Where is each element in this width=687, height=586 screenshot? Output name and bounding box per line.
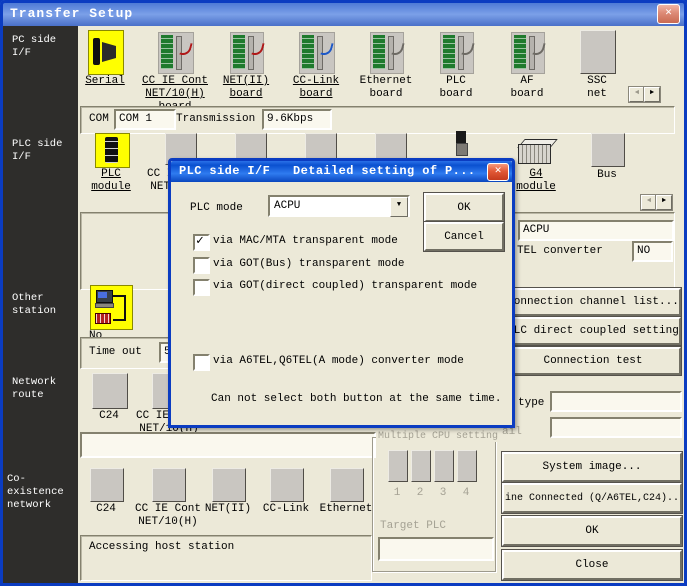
transmission-label: Transmission [176,113,255,125]
dialog-title: PLC side I/F Detailed setting of P... [179,164,475,178]
multiple-cpu-number-2: 2 [411,487,429,499]
window-close-button[interactable]: ✕ [657,4,680,24]
coexistence-net2-icon[interactable] [212,468,246,502]
sidebar-label-other-station: Other station [12,292,56,318]
com-label: COM [89,113,109,125]
check-icon: ✓ [196,233,204,248]
bus-label[interactable]: Bus [562,169,652,182]
connection-channel-list-button[interactable]: Connection channel list... [505,288,681,316]
pc-if-net2-board-icon[interactable] [230,32,264,74]
coexistence-ethernet-icon[interactable] [330,468,364,502]
pc-if-ethernet-board-icon[interactable] [370,32,404,74]
window-title: Transfer Setup [10,6,133,21]
pc-if-sscnet-icon[interactable] [580,30,616,74]
coexistence-c24-icon[interactable] [90,468,124,502]
other-station-no-icon[interactable] [90,285,133,330]
checkbox-a6tel[interactable] [193,354,210,371]
multiple-cpu-slot-2-icon [411,450,431,482]
dialog-ok-button[interactable]: OK [424,193,504,222]
ok-button[interactable]: OK [502,516,682,546]
pc-if-scroll-right-icon[interactable]: ► [644,87,660,102]
plc-if-small-module-icon[interactable] [453,130,470,156]
plc-if-bus-icon[interactable] [591,133,625,167]
detail-field [550,417,682,438]
cpu-type-label: type [518,397,544,409]
close-button[interactable]: Close [502,550,682,580]
tel-connected-button[interactable]: ine Connected (Q/A6TEL,C24).. [502,483,682,513]
plc-mode-label: PLC mode [190,202,243,214]
multiple-cpu-slot-4-icon [457,450,477,482]
sidebar: PC side I/F PLC side I/F Other station N… [3,26,78,583]
system-image-button[interactable]: System image... [502,452,682,482]
timeout-label: Time out [89,346,142,358]
dialog-close-button[interactable]: ✕ [487,163,509,181]
checkbox-a6tel-label[interactable]: via A6TEL,Q6TEL(A mode) converter mode [213,355,464,368]
pc-if-serial-icon[interactable] [88,30,124,75]
checkbox-got-bus[interactable] [193,257,210,274]
dialog-note: Can not select both button at the same t… [211,393,501,405]
coexistence-ccie-icon[interactable] [152,468,186,502]
chevron-down-icon[interactable]: ▼ [390,197,408,217]
checkbox-got-direct[interactable] [193,279,210,296]
dialog-cancel-button[interactable]: Cancel [424,222,504,251]
plc-mode-value: ACPU [274,199,300,213]
tel-converter-label: TEL converter [517,245,603,257]
com-port-field: COM 1 [114,109,176,130]
multiple-cpu-slot-1-icon [388,450,408,482]
plc-if-plc-module-icon[interactable] [95,133,130,168]
target-plc-label: Target PLC [380,520,446,532]
plc-if-g4-module-icon[interactable] [516,138,556,166]
target-plc-field [378,537,494,561]
checkbox-got-bus-label[interactable]: via GOT(Bus) transparent mode [213,258,404,271]
plc-mode-combobox[interactable]: ACPU ▼ [268,195,410,217]
network-route-c24-icon[interactable] [92,373,128,409]
plc-direct-coupled-button[interactable]: PLC direct coupled setting [505,317,681,345]
checkbox-mac-mta[interactable]: ✓ [193,234,210,251]
connection-test-button[interactable]: Connection test [505,347,681,375]
checkbox-mac-mta-label[interactable]: via MAC/MTA transparent mode [213,235,398,248]
multiple-cpu-slot-3-icon [434,450,454,482]
multiple-cpu-number-3: 3 [434,487,452,499]
network-route-path-field [80,432,376,458]
multiple-cpu-number-4: 4 [457,487,475,499]
sidebar-label-network-route: Network route [12,376,56,402]
window-titlebar: Transfer Setup ✕ [0,0,687,26]
sidebar-label-plc-side: PLC side I/F [12,138,62,164]
dialog-titlebar: PLC side I/F Detailed setting of P... ✕ [171,161,512,182]
com-settings-panel: COM COM 1 Transmission 9.6Kbps [80,106,675,134]
transmission-speed-field: 9.6Kbps [262,109,332,130]
transfer-setup-window: Transfer Setup ✕ PC side I/F PLC side I/… [0,0,687,586]
multiple-cpu-number-1: 1 [388,487,406,499]
sidebar-label-pc-side: PC side I/F [12,34,56,60]
serial-connector-icon [102,42,116,62]
serial-plug-icon [93,38,100,65]
pc-if-af-board-icon[interactable] [511,32,545,74]
status-text: Accessing host station [89,541,234,553]
pc-if-plc-board-icon[interactable] [440,32,474,74]
plc-cpu-field: ACPU [518,220,674,241]
tel-converter-field: NO [632,241,673,262]
checkbox-got-direct-label[interactable]: via GOT(direct coupled) transparent mode [213,280,477,293]
status-panel: Accessing host station [80,535,372,581]
cpu-type-field [550,391,682,412]
plc-if-scroll-left-icon[interactable]: ◄ [641,195,657,210]
plc-detail-dialog: PLC side I/F Detailed setting of P... ✕ … [168,158,515,428]
coexistence-cclink-icon[interactable] [270,468,304,502]
pc-if-scroll-left-icon[interactable]: ◄ [629,87,645,102]
pc-if-ccie-board-icon[interactable] [158,32,194,74]
pc-if-cclink-board-icon[interactable] [299,32,335,74]
multiple-cpu-legend: Multiple CPU setting [376,431,500,442]
plc-if-scroll-right-icon[interactable]: ► [656,195,672,210]
